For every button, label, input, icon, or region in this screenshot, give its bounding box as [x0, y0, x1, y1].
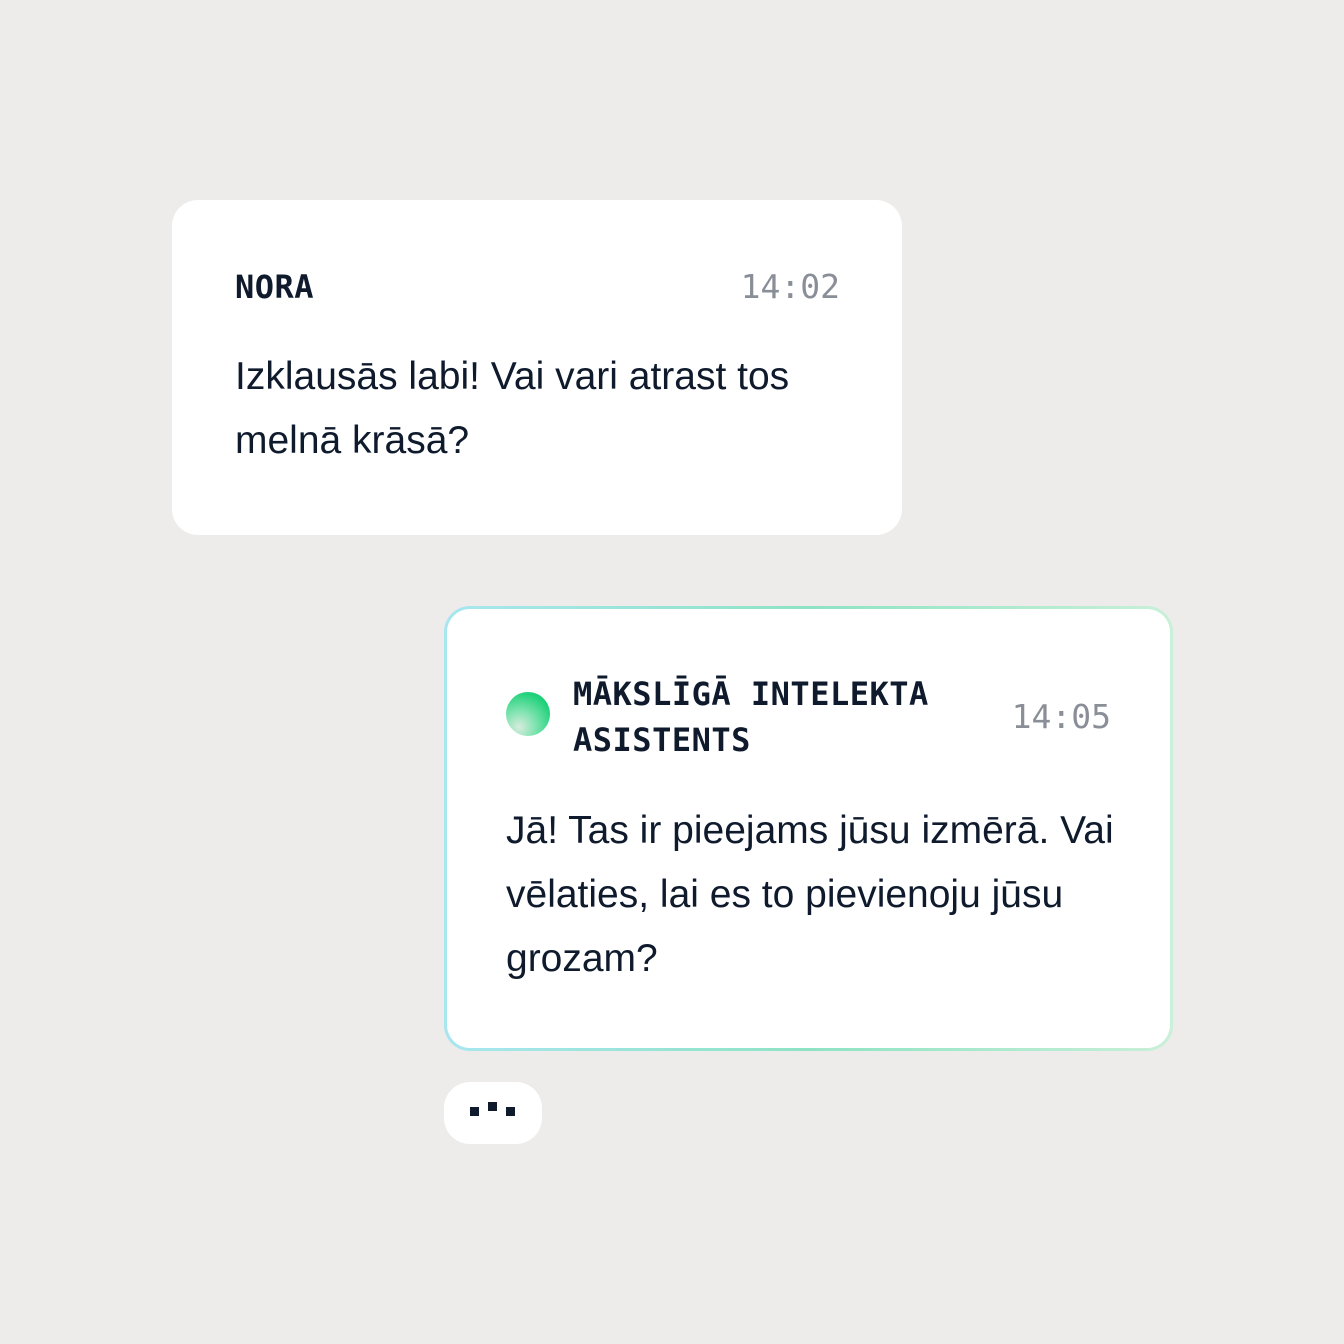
message-sender: MĀKSLĪGĀ INTELEKTA ASISTENTS [573, 675, 929, 759]
message-timestamp: 14:05 [1011, 697, 1111, 736]
typing-indicator [444, 1082, 542, 1144]
message-timestamp: 14:02 [740, 267, 840, 306]
message-text: Izklausās labi! Vai vari atrast tos meln… [235, 355, 790, 462]
user-message-bubble: NORA 14:02 Izklausās labi! Vai vari atra… [172, 200, 902, 535]
assistant-message-content: MĀKSLĪGĀ INTELEKTA ASISTENTS 14:05 Jā! T… [447, 609, 1170, 1048]
typing-dot-icon [506, 1107, 515, 1116]
typing-dot-icon [488, 1102, 497, 1111]
typing-dot-icon [470, 1107, 479, 1116]
assistant-avatar-icon [506, 692, 550, 736]
assistant-message-bubble: MĀKSLĪGĀ INTELEKTA ASISTENTS 14:05 Jā! T… [444, 606, 1173, 1051]
message-text: Jā! Tas ir pieejams jūsu izmērā. Vai vēl… [506, 809, 1114, 980]
message-sender: NORA [235, 268, 315, 306]
